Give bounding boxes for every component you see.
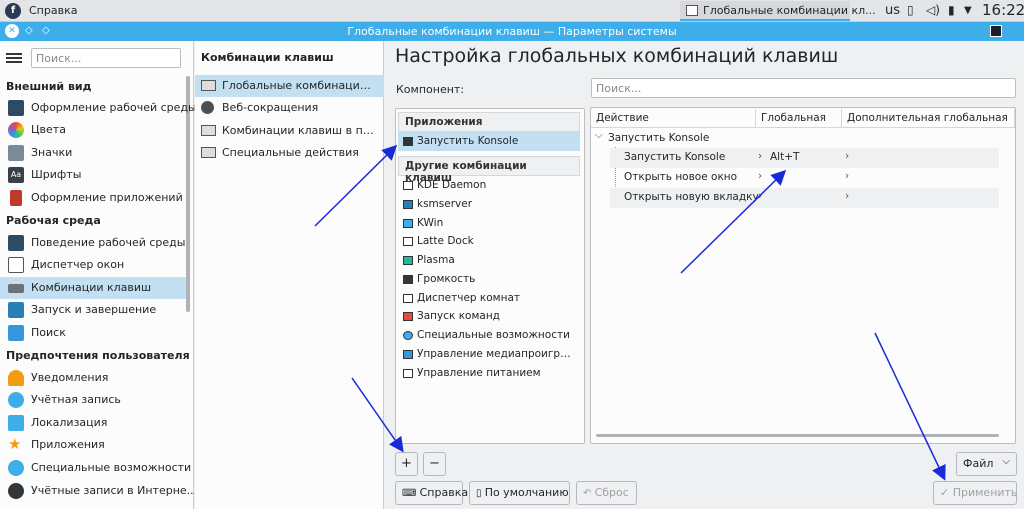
annotation-arrow — [680, 169, 787, 274]
annotation-arrow — [351, 377, 404, 453]
annotation-arrow — [314, 144, 398, 227]
annotation-arrows — [314, 144, 946, 481]
annotation-arrow — [874, 332, 946, 481]
